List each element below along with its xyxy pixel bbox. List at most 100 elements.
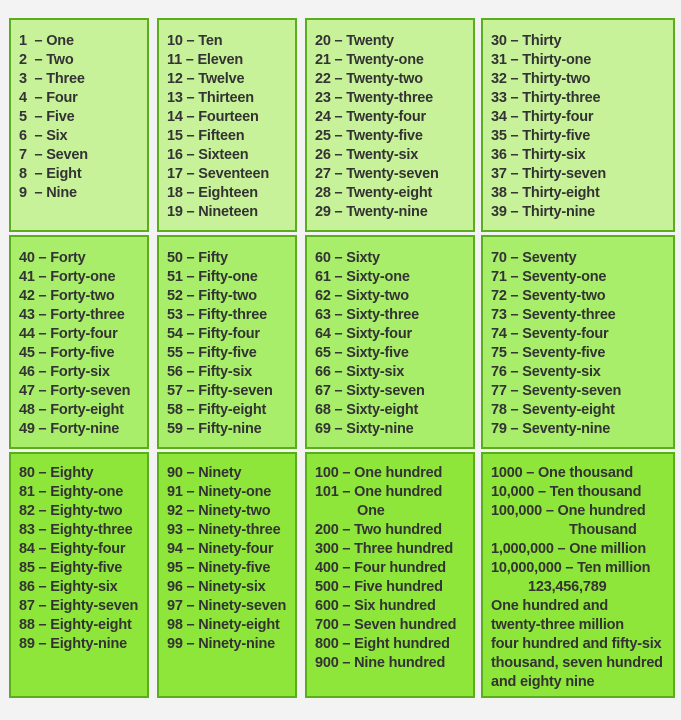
number-word-line: 89 – Eighty-nine <box>19 636 127 652</box>
number-word-line: 3 – Three <box>19 71 85 87</box>
number-word-line: 13 – Thirteen <box>167 90 254 106</box>
number-word-line: 74 – Seventy-four <box>491 326 609 342</box>
number-word-line: 43 – Forty-three <box>19 307 125 323</box>
number-word-line: 22 – Twenty-two <box>315 71 423 87</box>
box-30-to-39: 30 – Thirty 31 – Thirty-one 32 – Thirty-tw… <box>481 18 675 232</box>
number-word-line: 42 – Forty-two <box>19 288 115 304</box>
number-word-line: 35 – Thirty-five <box>491 128 591 144</box>
number-word-line: 200 – Two hundred <box>315 522 442 538</box>
number-word-line: 77 – Seventy-seven <box>491 383 622 399</box>
number-word-line: 14 – Fourteen <box>167 109 259 125</box>
number-word-line: 900 – Nine hundred <box>315 655 446 671</box>
number-word-line: 5 – Five <box>19 109 75 125</box>
number-word-line: 69 – Sixty-nine <box>315 421 414 437</box>
number-word-line: 20 – Twenty <box>315 33 394 49</box>
number-word-line: 18 – Eighteen <box>167 185 258 201</box>
number-word-line: 48 – Forty-eight <box>19 402 124 418</box>
number-word-line: 101 – One hundred <box>315 484 443 500</box>
number-word-line: 58 – Fifty-eight <box>167 402 267 418</box>
number-word-line: 30 – Thirty <box>491 33 562 49</box>
number-word-line: 99 – Ninety-nine <box>167 636 275 652</box>
box-1-to-9: 1 – One 2 – Two 3 – Three 4 – Four 5 – Five 6… <box>9 18 149 232</box>
number-word-line: 46 – Forty-six <box>19 364 110 380</box>
number-word-line: 54 – Fifty-four <box>167 326 260 342</box>
box-40-to-49: 40 – Forty 41 – Forty-one 42 – Forty-two 43… <box>9 235 149 449</box>
number-word-line: 78 – Seventy-eight <box>491 402 615 418</box>
box-50-to-59: 50 – Fifty 51 – Fifty-one 52 – Fifty-two 53… <box>157 235 297 449</box>
number-word-line: 83 – Eighty-three <box>19 522 133 538</box>
number-word-line: 57 – Fifty-seven <box>167 383 273 399</box>
box-60-to-69: 60 – Sixty 61 – Sixty-one 62 – Sixty-two 63… <box>305 235 475 449</box>
number-word-line: 52 – Fifty-two <box>167 288 257 304</box>
number-word-line: thousand, seven hundred <box>491 655 663 671</box>
number-word-line: 84 – Eighty-four <box>19 541 126 557</box>
number-word-line: 47 – Forty-seven <box>19 383 131 399</box>
number-word-line: 400 – Four hundred <box>315 560 446 576</box>
number-word-line: 97 – Ninety-seven <box>167 598 287 614</box>
number-word-line: and eighty nine <box>491 674 595 690</box>
number-word-line: 61 – Sixty-one <box>315 269 410 285</box>
number-word-line: 75 – Seventy-five <box>491 345 606 361</box>
number-word-line: 40 – Forty <box>19 250 86 266</box>
number-word-line: 71 – Seventy-one <box>491 269 607 285</box>
number-word-line: 100,000 – One hundred <box>491 503 646 519</box>
number-word-line: 66 – Sixty-six <box>315 364 405 380</box>
number-word-line: 82 – Eighty-two <box>19 503 123 519</box>
number-word-line: 96 – Ninety-six <box>167 579 266 595</box>
number-word-line: 63 – Sixty-three <box>315 307 419 323</box>
number-word-line: 88 – Eighty-eight <box>19 617 132 633</box>
number-word-line: 53 – Fifty-three <box>167 307 267 323</box>
number-word-line: 32 – Thirty-two <box>491 71 591 87</box>
number-word-line: 44 – Forty-four <box>19 326 118 342</box>
box-70-to-79: 70 – Seventy 71 – Seventy-one 72 – Seventy… <box>481 235 675 449</box>
box-large-numbers: 1000 – One thousand 10,000 – Ten thousand… <box>481 452 675 698</box>
number-word-line: 36 – Thirty-six <box>491 147 586 163</box>
number-word-line: 16 – Sixteen <box>167 147 249 163</box>
number-word-line: 94 – Ninety-four <box>167 541 274 557</box>
number-word-line: 59 – Fifty-nine <box>167 421 262 437</box>
number-word-line: 24 – Twenty-four <box>315 109 426 125</box>
number-word-line: 21 – Twenty-one <box>315 52 424 68</box>
number-word-line: 1000 – One thousand <box>491 465 634 481</box>
number-word-line: 91 – Ninety-one <box>167 484 272 500</box>
number-word-line: 98 – Ninety-eight <box>167 617 280 633</box>
number-word-line: 93 – Ninety-three <box>167 522 281 538</box>
number-word-line: 15 – Fifteen <box>167 128 245 144</box>
number-word-line: 86 – Eighty-six <box>19 579 118 595</box>
number-word-line: 39 – Thirty-nine <box>491 204 595 220</box>
number-word-line: 92 – Ninety-two <box>167 503 271 519</box>
number-word-line: 123,456,789 <box>528 579 607 595</box>
number-word-line: 800 – Eight hundred <box>315 636 450 652</box>
number-word-line: 87 – Eighty-seven <box>19 598 139 614</box>
number-word-line: 4 – Four <box>19 90 78 106</box>
number-word-line: 50 – Fifty <box>167 250 228 266</box>
number-word-line: 6 – Six <box>19 128 68 144</box>
number-word-line: One hundred and <box>491 598 609 614</box>
number-word-line: 73 – Seventy-three <box>491 307 616 323</box>
number-word-line: 12 – Twelve <box>167 71 245 87</box>
number-word-line: 7 – Seven <box>19 147 88 163</box>
number-word-line: 700 – Seven hundred <box>315 617 457 633</box>
number-word-line: 90 – Ninety <box>167 465 242 481</box>
number-word-line: 300 – Three hundred <box>315 541 454 557</box>
number-word-line: 81 – Eighty-one <box>19 484 124 500</box>
number-word-line: 67 – Sixty-seven <box>315 383 425 399</box>
number-word-line: 1,000,000 – One million <box>491 541 646 557</box>
box-hundreds: 100 – One hundred 101 – One hundred One 200… <box>305 452 475 698</box>
number-word-line: 56 – Fifty-six <box>167 364 253 380</box>
number-word-line: 10,000 – Ten thousand <box>491 484 642 500</box>
number-word-line: 1 – One <box>19 33 74 49</box>
number-word-line: 600 – Six hundred <box>315 598 436 614</box>
number-word-line: 38 – Thirty-eight <box>491 185 600 201</box>
number-word-line: 9 – Nine <box>19 185 77 201</box>
number-word-line: 55 – Fifty-five <box>167 345 257 361</box>
number-word-line: 85 – Eighty-five <box>19 560 123 576</box>
number-word-line: 68 – Sixty-eight <box>315 402 419 418</box>
number-word-line: 65 – Sixty-five <box>315 345 409 361</box>
number-word-line: twenty-three million <box>491 617 624 633</box>
number-word-line: 17 – Seventeen <box>167 166 269 182</box>
number-word-line: 64 – Sixty-four <box>315 326 412 342</box>
number-word-line: 29 – Twenty-nine <box>315 204 428 220</box>
number-word-line: four hundred and fifty-six <box>491 636 662 652</box>
number-word-line: 27 – Twenty-seven <box>315 166 439 182</box>
